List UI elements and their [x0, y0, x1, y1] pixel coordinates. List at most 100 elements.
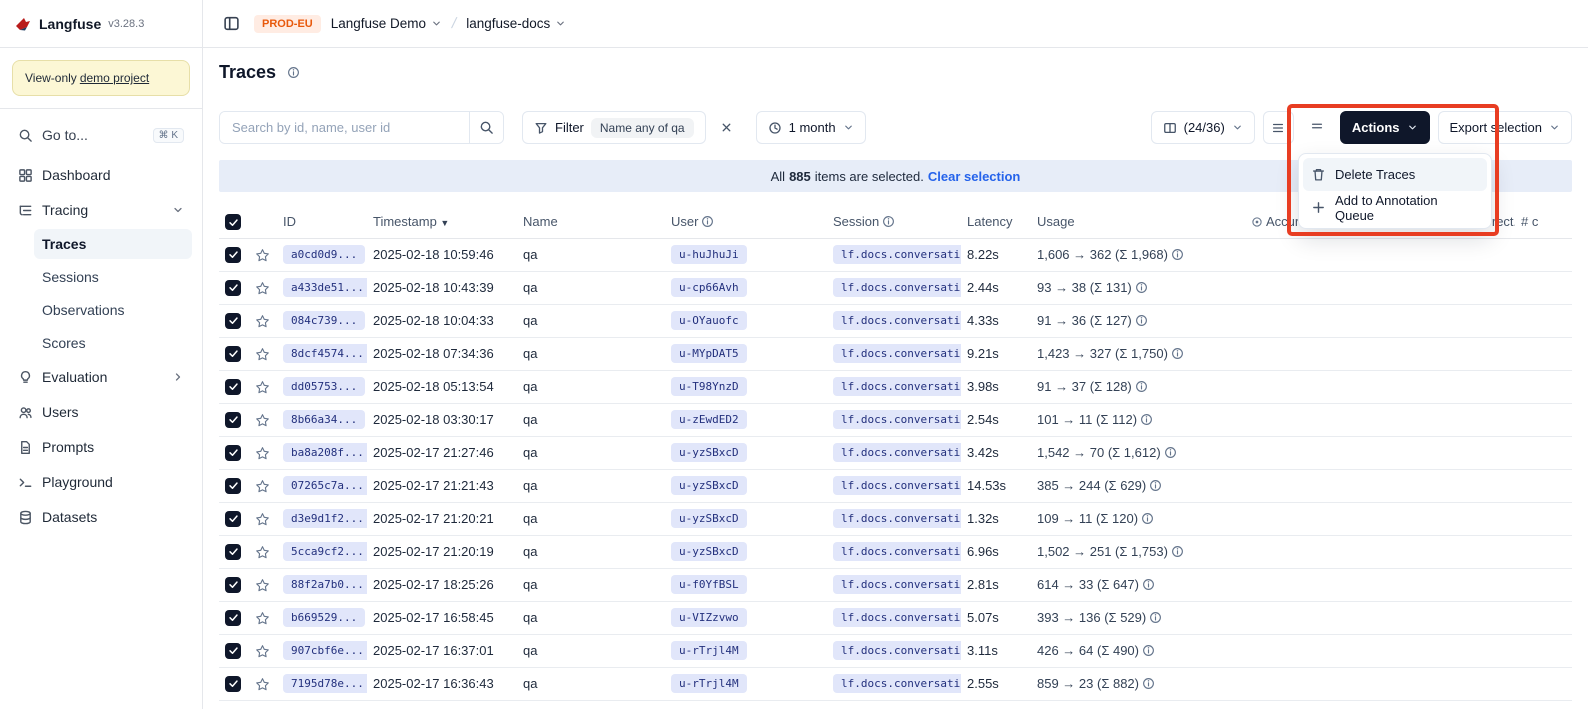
row-checkbox[interactable] — [225, 313, 241, 329]
search-input[interactable] — [220, 112, 469, 143]
row-checkbox[interactable] — [225, 280, 241, 296]
session-link[interactable]: lf.docs.conversation... — [833, 311, 961, 330]
trace-id-link[interactable]: 7195d78e... — [283, 674, 367, 693]
actions-button[interactable]: Actions — [1340, 111, 1430, 144]
column-header[interactable]: User — [665, 206, 827, 238]
sidebar-toggle-button[interactable] — [219, 11, 244, 36]
star-icon[interactable] — [255, 644, 270, 659]
sidebar-item-observations[interactable]: Observations — [34, 295, 192, 325]
star-icon[interactable] — [255, 545, 270, 560]
trace-id-link[interactable]: a0cd0d9... — [283, 245, 365, 264]
star-icon[interactable] — [255, 512, 270, 527]
row-checkbox[interactable] — [225, 379, 241, 395]
select-all-checkbox[interactable] — [225, 214, 241, 230]
sidebar-item-sessions[interactable]: Sessions — [34, 262, 192, 292]
row-checkbox[interactable] — [225, 544, 241, 560]
project-switcher[interactable]: langfuse-docs — [466, 16, 566, 31]
row-height-compact-button[interactable] — [1302, 111, 1332, 144]
user-link[interactable]: u-OYauofc — [671, 311, 747, 330]
trace-id-link[interactable]: a433de51... — [283, 278, 367, 297]
session-link[interactable]: lf.docs.conversation... — [833, 245, 961, 264]
row-checkbox[interactable] — [225, 511, 241, 527]
user-link[interactable]: u-f0YfBSL — [671, 575, 747, 594]
user-link[interactable]: u-cp66Avh — [671, 278, 747, 297]
column-header[interactable]: Session — [827, 206, 961, 238]
user-link[interactable]: u-VIZzvwo — [671, 608, 747, 627]
user-link[interactable]: u-rTrjl4M — [671, 674, 747, 693]
menu-item-delete-traces[interactable]: Delete Traces — [1303, 158, 1487, 191]
row-checkbox[interactable] — [225, 445, 241, 461]
trace-id-link[interactable]: d3e9d1f2... — [283, 509, 367, 528]
clear-filter-button[interactable] — [712, 111, 742, 144]
session-link[interactable]: lf.docs.conversation... — [833, 641, 961, 660]
session-link[interactable]: lf.docs.conversation... — [833, 509, 961, 528]
trace-id-link[interactable]: 084c739... — [283, 311, 365, 330]
session-link[interactable]: lf.docs.conversation... — [833, 278, 961, 297]
star-icon[interactable] — [255, 347, 270, 362]
session-link[interactable]: lf.docs.conversation... — [833, 443, 961, 462]
star-icon[interactable] — [255, 413, 270, 428]
star-icon[interactable] — [255, 446, 270, 461]
columns-button[interactable]: (24/36) — [1151, 111, 1255, 144]
filter-button[interactable]: Filter Name any of qa — [522, 111, 706, 144]
org-switcher[interactable]: Langfuse Demo — [331, 16, 442, 31]
star-icon[interactable] — [255, 248, 270, 263]
export-selection-button[interactable]: Export selection — [1438, 111, 1573, 144]
user-link[interactable]: u-MYpDAT5 — [671, 344, 747, 363]
sidebar-item-users[interactable]: Users — [10, 396, 192, 428]
session-link[interactable]: lf.docs.conversation... — [833, 476, 961, 495]
user-link[interactable]: u-T98YnzD — [671, 377, 747, 396]
user-link[interactable]: u-huJhuJi — [671, 245, 747, 264]
sidebar-item-dashboard[interactable]: Dashboard — [10, 159, 192, 191]
trace-id-link[interactable]: b669529... — [283, 608, 365, 627]
row-checkbox[interactable] — [225, 412, 241, 428]
row-checkbox[interactable] — [225, 346, 241, 362]
row-checkbox[interactable] — [225, 676, 241, 692]
row-checkbox[interactable] — [225, 247, 241, 263]
trace-id-link[interactable]: 07265c7a... — [283, 476, 367, 495]
sidebar-item-playground[interactable]: Playground — [10, 466, 192, 498]
user-link[interactable]: u-yzSBxcD — [671, 509, 747, 528]
user-link[interactable]: u-yzSBxcD — [671, 476, 747, 495]
row-checkbox[interactable] — [225, 577, 241, 593]
user-link[interactable]: u-yzSBxcD — [671, 443, 747, 462]
search-button[interactable] — [469, 112, 503, 143]
row-checkbox[interactable] — [225, 478, 241, 494]
column-header[interactable]: Usage — [1031, 206, 1245, 238]
clear-selection-link[interactable]: Clear selection — [928, 169, 1021, 184]
trace-id-link[interactable]: 88f2a7b0... — [283, 575, 367, 594]
star-icon[interactable] — [255, 281, 270, 296]
trace-id-link[interactable]: 907cbf6e... — [283, 641, 367, 660]
column-header[interactable]: Name — [517, 206, 665, 238]
trace-id-link[interactable]: dd05753... — [283, 377, 365, 396]
sidebar-item-tracing[interactable]: Tracing — [10, 194, 192, 226]
sidebar-item-evaluation[interactable]: Evaluation — [10, 361, 192, 393]
sidebar-item-datasets[interactable]: Datasets — [10, 501, 192, 533]
star-icon[interactable] — [255, 578, 270, 593]
star-icon[interactable] — [255, 380, 270, 395]
session-link[interactable]: lf.docs.conversation... — [833, 410, 961, 429]
user-link[interactable]: u-yzSBxcD — [671, 542, 747, 561]
session-link[interactable]: lf.docs.conversation... — [833, 344, 961, 363]
row-height-button[interactable] — [1263, 111, 1294, 144]
sidebar-item-traces[interactable]: Traces — [34, 229, 192, 259]
trace-id-link[interactable]: 5cca9cf2... — [283, 542, 367, 561]
column-header[interactable]: # c — [1515, 206, 1572, 238]
session-link[interactable]: lf.docs.conversation... — [833, 377, 961, 396]
sidebar-item-scores[interactable]: Scores — [34, 328, 192, 358]
session-link[interactable]: lf.docs.conversation... — [833, 674, 961, 693]
row-checkbox[interactable] — [225, 643, 241, 659]
trace-id-link[interactable]: 8b66a34... — [283, 410, 365, 429]
user-link[interactable]: u-rTrjl4M — [671, 641, 747, 660]
trace-id-link[interactable]: 8dcf4574... — [283, 344, 367, 363]
star-icon[interactable] — [255, 611, 270, 626]
session-link[interactable]: lf.docs.conversation... — [833, 542, 961, 561]
row-checkbox[interactable] — [225, 610, 241, 626]
star-icon[interactable] — [255, 314, 270, 329]
menu-item-add-to-annotation-queue[interactable]: Add to Annotation Queue — [1303, 191, 1487, 224]
column-header[interactable]: ID — [277, 206, 367, 238]
session-link[interactable]: lf.docs.conversation... — [833, 608, 961, 627]
sidebar-item-prompts[interactable]: Prompts — [10, 431, 192, 463]
trace-id-link[interactable]: ba8a208f... — [283, 443, 367, 462]
demo-project-link[interactable]: demo project — [80, 71, 149, 85]
